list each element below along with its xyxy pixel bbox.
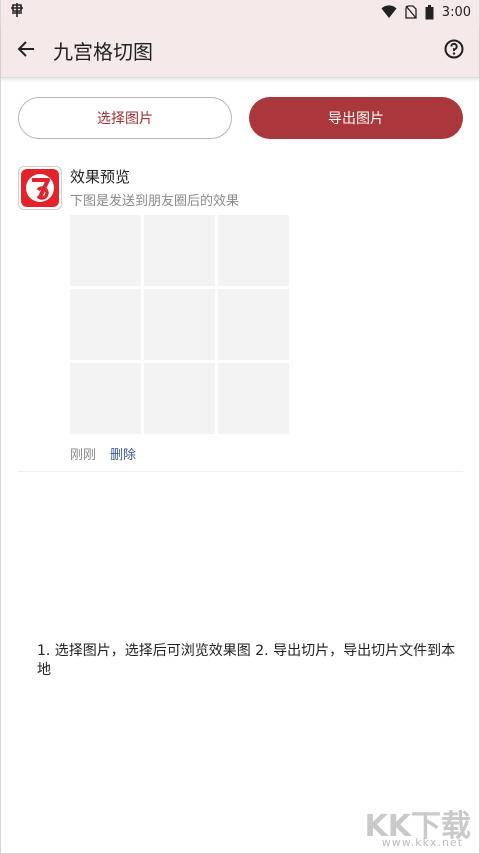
grid-cell	[218, 215, 289, 286]
export-image-button[interactable]: 导出图片	[249, 97, 463, 139]
select-image-button[interactable]: 选择图片	[18, 97, 232, 139]
grid-cell	[144, 289, 215, 360]
bug-notification-icon	[9, 2, 25, 22]
preview-post: 效果预览 下图是发送到朋友圈后的效果 刚刚 删除	[18, 166, 463, 472]
delete-link[interactable]: 删除	[110, 444, 136, 463]
nine-grid-preview	[70, 215, 289, 434]
help-button[interactable]	[429, 24, 479, 78]
page-title: 九宫格切图	[53, 40, 153, 64]
wifi-icon	[381, 5, 397, 19]
preview-subtitle: 下图是发送到朋友圈后的效果	[70, 194, 240, 209]
grid-cell	[144, 215, 215, 286]
help-circle-icon	[444, 39, 464, 63]
instructions-text: 1. 选择图片，选择后可浏览效果图 2. 导出切片，导出切片文件到本地	[37, 643, 456, 678]
grid-cell	[70, 289, 141, 360]
grid-cell	[218, 289, 289, 360]
battery-icon	[425, 4, 434, 20]
status-icons: 3:00	[381, 4, 471, 20]
app-bar: 九宫格切图	[1, 24, 479, 78]
watermark: KK下载 www.kkx.net	[353, 801, 472, 849]
grid-cell	[70, 363, 141, 434]
post-time: 刚刚	[70, 448, 97, 463]
action-buttons: 选择图片 导出图片	[18, 97, 463, 139]
back-button[interactable]	[1, 24, 51, 78]
status-time: 3:00	[441, 4, 471, 20]
grid-cell	[144, 363, 215, 434]
grid-cell	[70, 215, 141, 286]
grid-cell	[218, 363, 289, 434]
arrow-left-icon	[17, 40, 35, 62]
watermark-url: www.kkx.net	[381, 836, 463, 849]
sim-off-icon	[405, 5, 417, 19]
preview-title: 效果预览	[70, 168, 131, 186]
app-logo	[18, 166, 62, 210]
status-bar: 3:00	[1, 0, 479, 24]
post-meta: 刚刚 删除	[70, 444, 136, 463]
